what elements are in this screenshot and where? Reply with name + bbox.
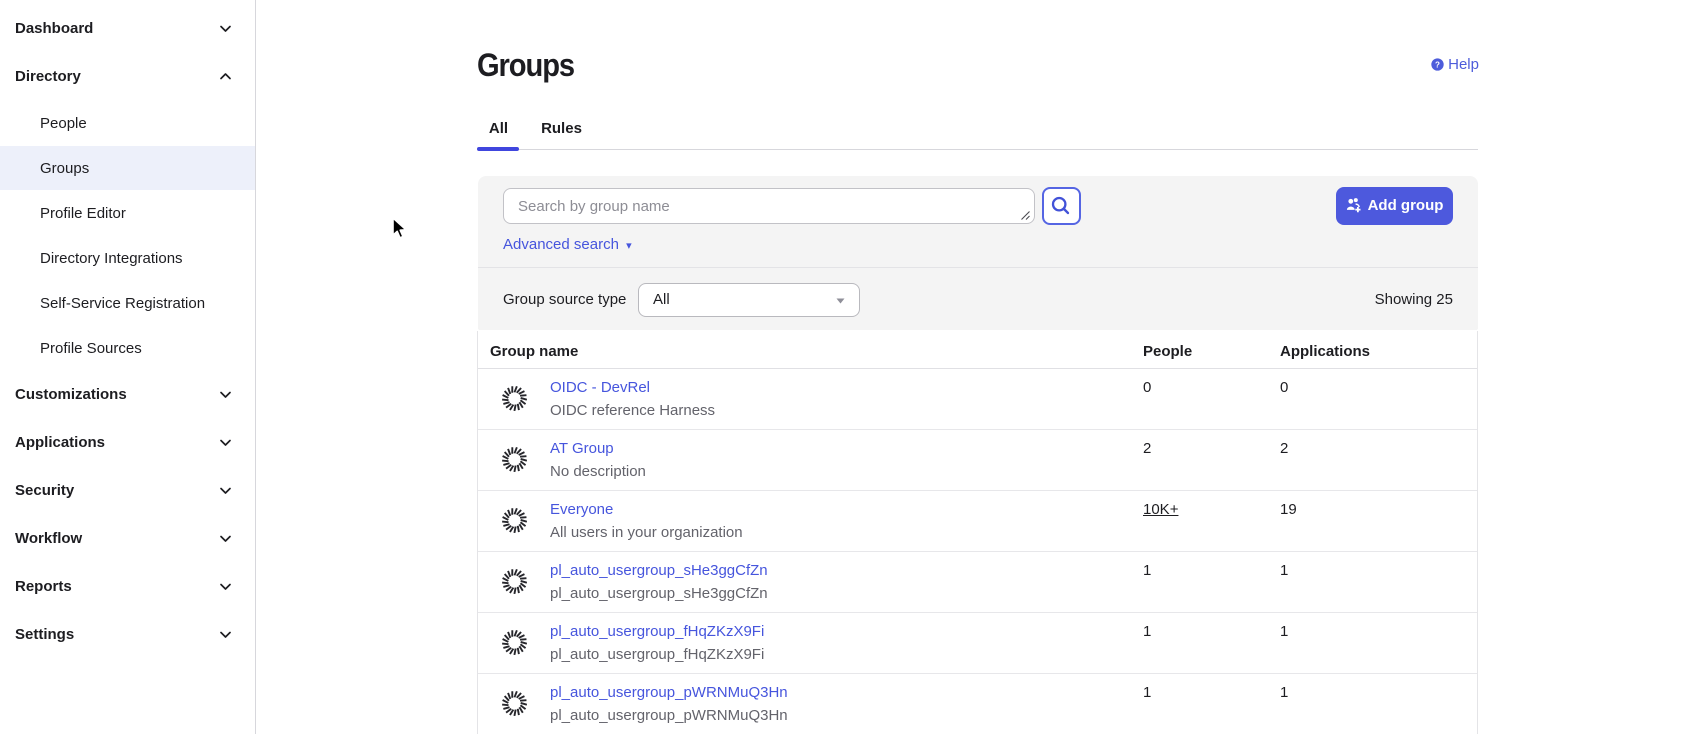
svg-text:?: ? [1435,60,1440,69]
